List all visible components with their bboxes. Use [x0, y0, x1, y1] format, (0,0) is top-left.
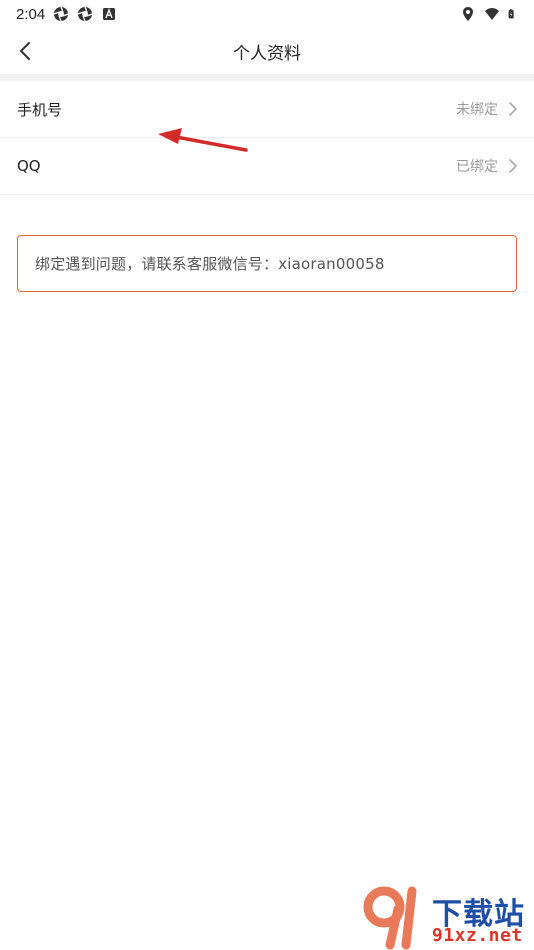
row-label: QQ	[17, 157, 41, 175]
chevron-right-icon	[509, 159, 517, 173]
notice-text: 绑定遇到问题，请联系客服微信号：xiaoran00058	[35, 255, 385, 273]
screen: 2:04 个人资料 手机号 未绑定 QQ 已绑定 绑定遇到问题，请联系客服微信号…	[0, 0, 534, 950]
row-right: 未绑定	[456, 99, 518, 119]
location-icon	[463, 7, 473, 21]
aperture-icon	[53, 6, 69, 22]
annotation-arrow-icon	[158, 128, 248, 152]
watermark-url: 91xz.net	[432, 925, 523, 946]
status-bar: 2:04	[0, 0, 534, 28]
row-label: 手机号	[17, 100, 63, 119]
status-time: 2:04	[16, 5, 46, 23]
watermark-logo-icon	[363, 886, 417, 950]
row-phone[interactable]: 手机号 未绑定	[0, 81, 534, 138]
watermark: 下载站 91xz.net	[360, 885, 534, 950]
page-title: 个人资料	[233, 43, 301, 64]
support-notice: 绑定遇到问题，请联系客服微信号：xiaoran00058	[17, 235, 517, 292]
header: 个人资料	[0, 28, 534, 74]
battery-charging-icon	[508, 9, 514, 19]
binding-list: 手机号 未绑定 QQ 已绑定	[0, 81, 534, 195]
a-badge-icon	[103, 8, 116, 20]
aperture-icon	[77, 6, 93, 22]
status-left: 2:04	[16, 6, 117, 23]
row-qq[interactable]: QQ 已绑定	[0, 138, 534, 195]
header-divider	[0, 74, 534, 81]
back-button[interactable]	[10, 36, 40, 66]
wifi-icon	[485, 8, 499, 20]
chevron-right-icon	[509, 102, 517, 116]
row-status: 未绑定	[456, 102, 498, 118]
chevron-left-icon	[20, 42, 30, 60]
status-right	[460, 6, 518, 22]
row-right: 已绑定	[456, 156, 518, 176]
row-status: 已绑定	[456, 159, 498, 175]
